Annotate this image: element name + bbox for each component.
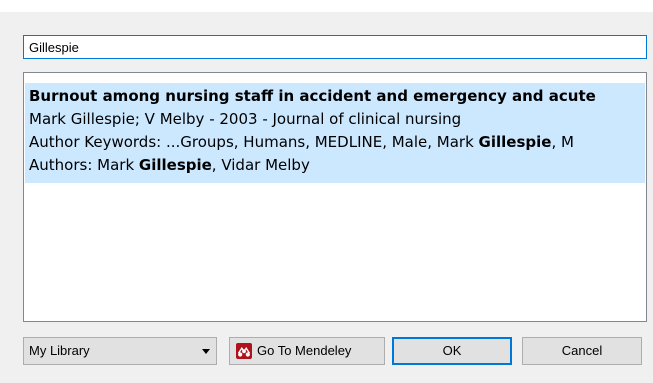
result-authors-prefix: Authors: Mark — [29, 156, 139, 174]
result-authors-highlight: Gillespie — [138, 156, 212, 174]
result-meta: Mark Gillespie; V Melby - 2003 - Journal… — [29, 110, 462, 128]
result-keywords: Author Keywords: ...Groups, Humans, MEDL… — [29, 133, 574, 151]
result-keywords-prefix: Author Keywords: ...Groups, Humans, MEDL… — [29, 133, 479, 151]
go-to-mendeley-button[interactable]: Go To Mendeley — [229, 337, 385, 365]
result-authors: Authors: Mark Gillespie, Vidar Melby — [29, 156, 310, 174]
chevron-down-icon — [202, 349, 210, 354]
citation-search-dialog: Burnout among nursing staff in accident … — [0, 12, 653, 383]
mendeley-logo-icon — [236, 343, 252, 359]
library-dropdown-value: My Library — [29, 343, 90, 358]
result-keywords-highlight: Gillespie — [478, 133, 552, 151]
cancel-button[interactable]: Cancel — [522, 337, 642, 365]
result-keywords-suffix: , M — [551, 133, 574, 151]
library-dropdown[interactable]: My Library — [23, 337, 217, 365]
ok-button[interactable]: OK — [392, 337, 512, 365]
results-list[interactable]: Burnout among nursing staff in accident … — [23, 72, 647, 322]
go-to-mendeley-label: Go To Mendeley — [257, 343, 352, 358]
result-title: Burnout among nursing staff in accident … — [29, 87, 596, 105]
result-item[interactable]: Burnout among nursing staff in accident … — [25, 83, 645, 183]
search-input[interactable] — [23, 35, 647, 59]
result-authors-suffix: , Vidar Melby — [211, 156, 310, 174]
